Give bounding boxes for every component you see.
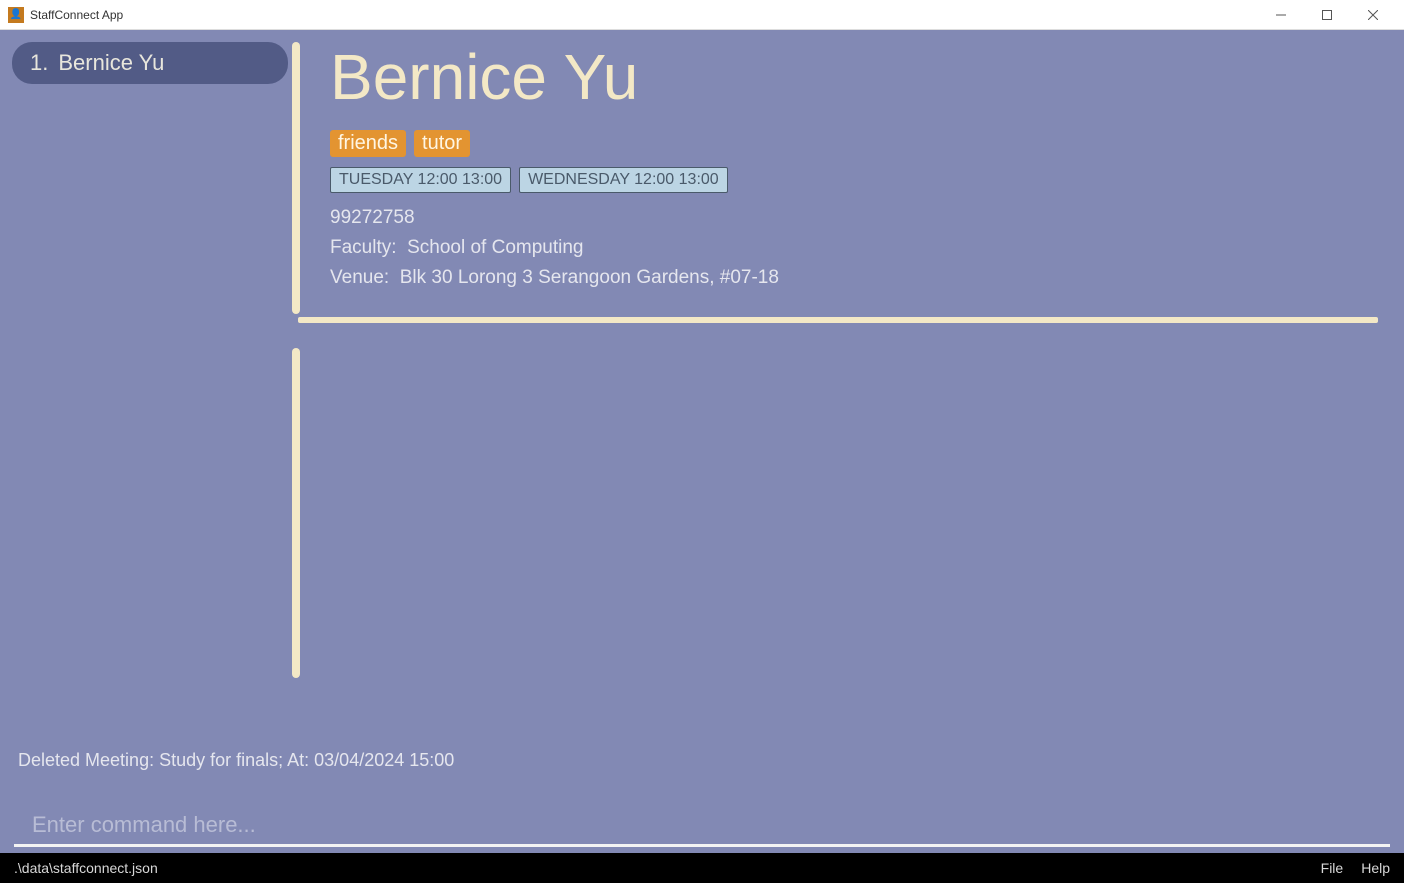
detail-top: Bernice Yu friends tutor TUESDAY 12:00 1… [298, 42, 1392, 307]
availability-slot: TUESDAY 12:00 13:00 [330, 167, 511, 193]
person-list-item-index: 1. [30, 50, 48, 76]
detail-bottom [298, 333, 1392, 734]
tag: tutor [414, 130, 470, 157]
app-icon: 👤 [8, 7, 24, 23]
person-list-item-name: Bernice Yu [58, 50, 164, 76]
tag: friends [330, 130, 406, 157]
result-area: Deleted Meeting: Study for finals; At: 0… [0, 734, 1404, 808]
window-close-button[interactable] [1350, 0, 1396, 30]
window-minimize-button[interactable] [1258, 0, 1304, 30]
status-bar: .\data\staffconnect.json File Help [0, 853, 1404, 883]
faculty-line: Faculty: School of Computing [330, 237, 1372, 259]
person-name: Bernice Yu [330, 42, 1372, 112]
menu-help[interactable]: Help [1361, 860, 1390, 876]
availability-row: TUESDAY 12:00 13:00 WEDNESDAY 12:00 13:0… [330, 167, 1372, 193]
window-maximize-button[interactable] [1304, 0, 1350, 30]
window-titlebar: 👤 StaffConnect App [0, 0, 1404, 30]
person-list-item[interactable]: 1. Bernice Yu [12, 42, 288, 84]
detail-divider [298, 317, 1378, 323]
command-wrap [0, 808, 1404, 853]
availability-slot: WEDNESDAY 12:00 13:00 [519, 167, 728, 193]
menu-file[interactable]: File [1321, 860, 1344, 876]
faculty-label: Faculty: [330, 237, 397, 258]
accent-bar-icon [292, 348, 300, 678]
tag-row: friends tutor [330, 130, 1372, 157]
app-body: 1. Bernice Yu Bernice Yu friends tutor T… [0, 30, 1404, 853]
person-list: 1. Bernice Yu [12, 42, 288, 734]
phone-line: 99272758 [330, 207, 1372, 229]
accent-bar-icon [292, 42, 300, 314]
person-detail: Bernice Yu friends tutor TUESDAY 12:00 1… [298, 42, 1392, 734]
main-row: 1. Bernice Yu Bernice Yu friends tutor T… [0, 30, 1404, 734]
command-input[interactable] [14, 808, 1390, 847]
venue-value: Blk 30 Lorong 3 Serangoon Gardens, #07-1… [400, 267, 779, 288]
venue-label: Venue: [330, 267, 389, 288]
status-path: .\data\staffconnect.json [14, 860, 158, 876]
faculty-value: School of Computing [407, 237, 583, 258]
venue-line: Venue: Blk 30 Lorong 3 Serangoon Gardens… [330, 267, 1372, 289]
result-message: Deleted Meeting: Study for finals; At: 0… [18, 750, 454, 770]
window-title: StaffConnect App [30, 8, 123, 22]
